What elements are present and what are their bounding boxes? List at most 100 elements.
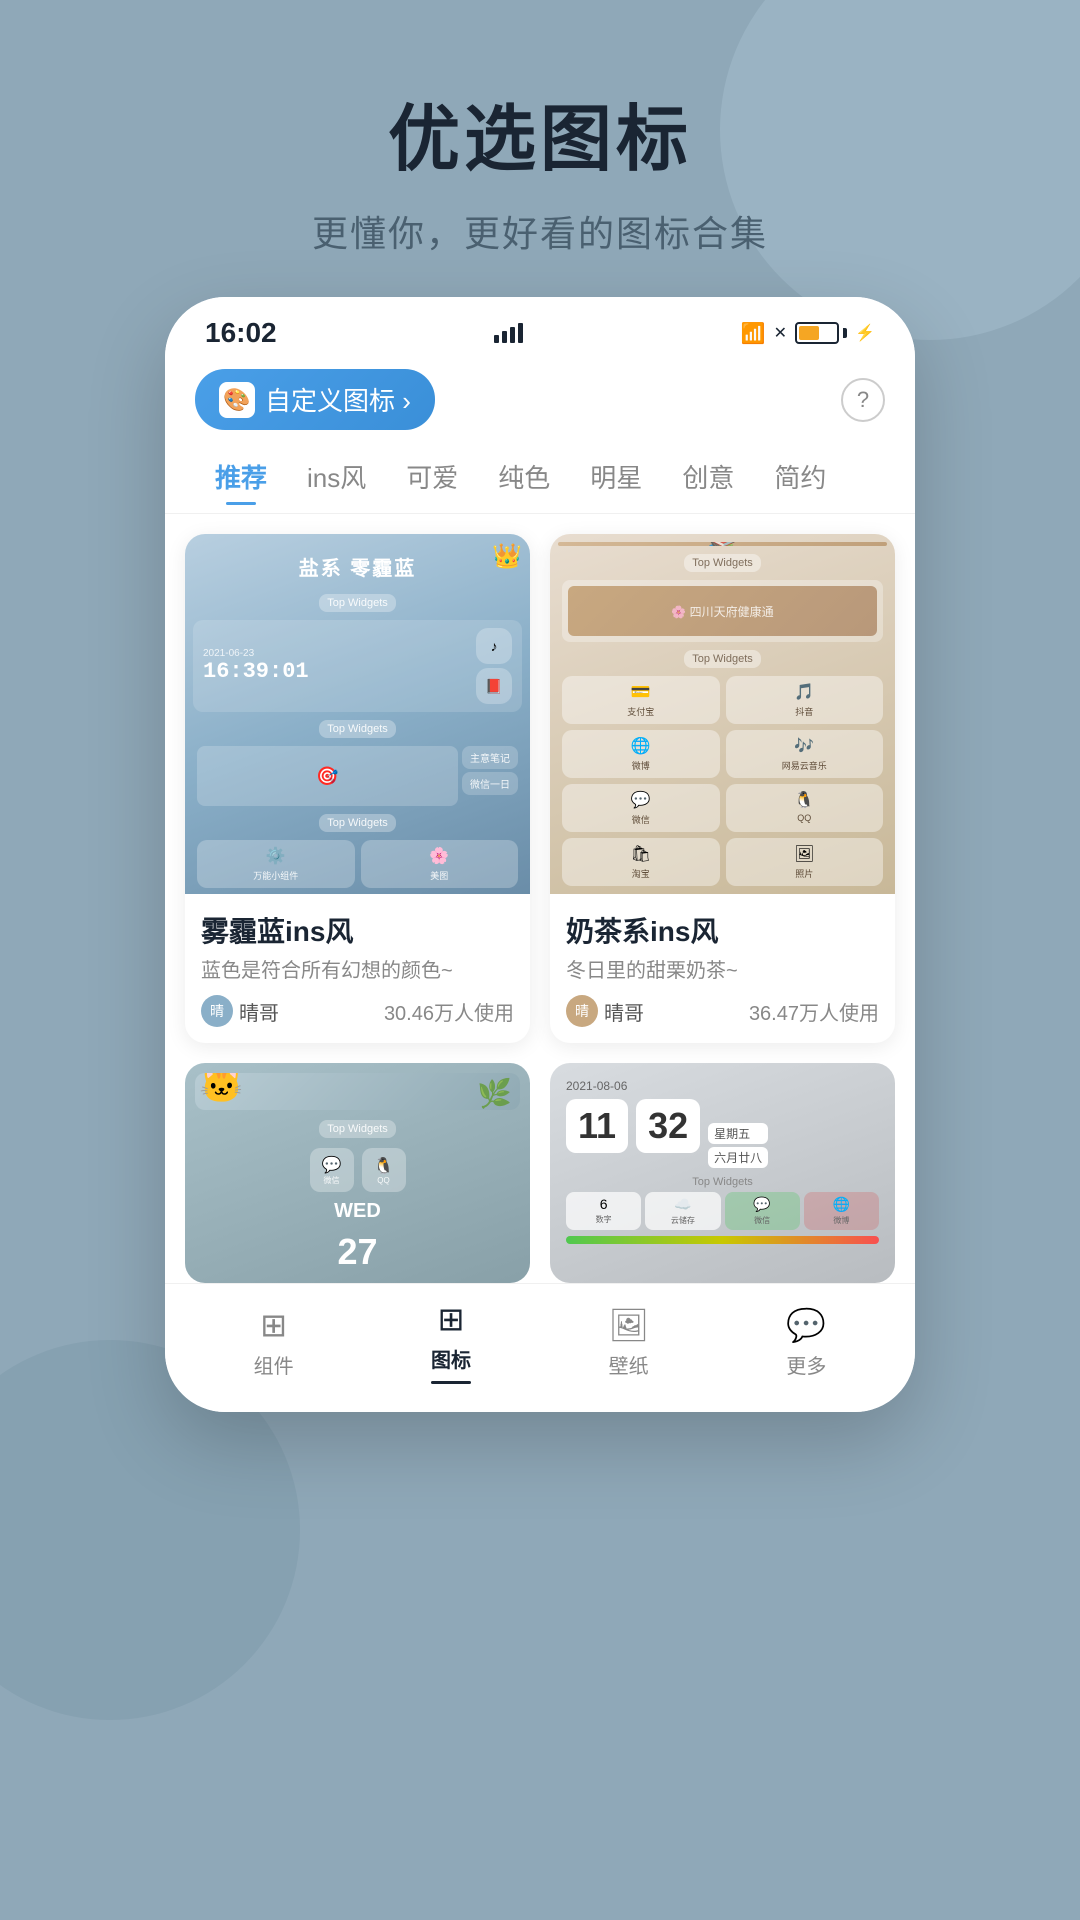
nav-item-wallpaper[interactable]: 🖼 壁纸 <box>608 1306 649 1379</box>
cal-day-info: 星期五 六月廿八 <box>708 1123 768 1168</box>
bottom-cards-grid: 🐱 🌿 Top Widgets 💬 微信 🐧 QQ WED <box>165 1063 915 1283</box>
charging-icon: ⚡ <box>855 323 875 343</box>
top-widgets-badge-3: Top Widgets <box>319 814 396 832</box>
top-widgets-badge: Top Widgets <box>319 594 396 612</box>
cream-app-zhifubao: 💳支付宝 <box>562 676 720 724</box>
tab-plain[interactable]: 纯色 <box>478 450 570 503</box>
card-blue-title: 雾霾蓝ins风 <box>201 910 514 950</box>
mock-app-grid: ⚙️万能小组件 🌸美图 ▶️腾讯视频 📺哔哩哔哩 <box>193 840 522 894</box>
cream-app-photos: 🖼照片 <box>726 838 884 886</box>
status-bar: 16:02 📶 ✕ ⚡ <box>165 297 915 359</box>
nav-item-icon[interactable]: ⊞ 图标 <box>431 1300 471 1384</box>
card-cream-ins[interactable]: 📚 Top Widgets 🌸 四川天府健康通 Top Widgets 💳支付宝… <box>550 534 895 1043</box>
card-nature[interactable]: 🐱 🌿 Top Widgets 💬 微信 🐧 QQ WED <box>185 1063 530 1283</box>
nav-icon-icon: ⊞ <box>438 1300 465 1338</box>
cream-app-grid: 💳支付宝 🎵抖音 🌐微博 🎶网易云音乐 <box>558 676 887 778</box>
cal-app-2: ☁️ 云储存 <box>645 1192 720 1230</box>
mock-image-1: 📚 <box>558 542 887 546</box>
nature-image-area: 🐱 🌿 <box>195 1073 520 1110</box>
card-blue-avatar: 晴 <box>201 995 233 1027</box>
card-cream-avatar: 晴 <box>566 995 598 1027</box>
mock-title: 盐系 零霾蓝 <box>193 542 522 586</box>
card-cream-users: 36.47万人使用 <box>749 997 879 1026</box>
header-section: 优选图标 更懂你，更好看的图标合集 <box>0 0 1080 297</box>
mock-center-area: 🎯 主意笔记 微信一日 <box>193 746 522 806</box>
nav-widget-icon: ⊞ <box>260 1306 287 1344</box>
cream-image-wide: 🌸 四川天府健康通 <box>562 580 883 642</box>
mock-app-meitou: 🌸美图 <box>361 840 519 888</box>
wifi-icon: 📶 <box>741 321 766 346</box>
help-icon: ? <box>857 387 869 413</box>
date-number: 27 <box>337 1231 377 1273</box>
tab-simple[interactable]: 简约 <box>754 450 846 503</box>
cream-top-widgets: Top Widgets <box>684 554 761 572</box>
nav-more-icon: 💬 <box>786 1306 826 1344</box>
nav-wallpaper-icon: 🖼 <box>608 1306 649 1344</box>
tab-creative[interactable]: 创意 <box>662 450 754 503</box>
signal-icon <box>494 323 523 343</box>
card-cream-info: 奶茶系ins风 冬日里的甜栗奶茶~ 晴 晴哥 36.47万人使用 <box>550 894 895 1043</box>
cal-top-widgets: Top Widgets <box>566 1176 879 1188</box>
nav-wallpaper-label: 壁纸 <box>609 1350 649 1379</box>
cal-hour: 11 <box>566 1099 628 1153</box>
crown-icon: 👑 <box>492 542 522 571</box>
card-blue-preview: 👑 盐系 零霾蓝 Top Widgets 2021-06-23 16:39:01… <box>185 534 530 894</box>
cal-app-grid: 6 数字 ☁️ 云储存 💬 微信 🌐 微博 <box>566 1192 879 1230</box>
cream-banner: 🌸 四川天府健康通 <box>568 586 877 636</box>
cream-app-wechat: 💬微信 <box>562 784 720 832</box>
tab-star[interactable]: 明星 <box>570 450 662 503</box>
card-blue-meta: 晴 晴哥 30.46万人使用 <box>201 995 514 1027</box>
cal-weekday: 星期五 <box>708 1123 768 1144</box>
mock-widget-label: 主意笔记 <box>462 746 518 769</box>
help-button[interactable]: ? <box>841 378 885 422</box>
nav-icon-label: 图标 <box>431 1344 471 1373</box>
cal-app-1: 6 数字 <box>566 1192 641 1230</box>
card-cream-meta: 晴 晴哥 36.47万人使用 <box>566 995 879 1027</box>
nav-item-widget[interactable]: ⊞ 组件 <box>254 1306 294 1379</box>
custom-icon-button[interactable]: 🎨 自定义图标 › <box>195 369 435 430</box>
mock-right-icons: 主意笔记 微信一日 <box>462 746 518 806</box>
nav-more-label: 更多 <box>786 1350 826 1379</box>
mock-music-icon: ♪ <box>476 628 512 664</box>
cal-lunar: 六月廿八 <box>708 1147 768 1168</box>
wed-label: WED <box>334 1200 381 1223</box>
card-cream-author: 晴哥 <box>604 997 644 1026</box>
tab-cute[interactable]: 可爱 <box>386 450 478 503</box>
cal-app-3: 💬 微信 <box>725 1192 800 1230</box>
bottom-nav-bar: ⊞ 组件 ⊞ 图标 🖼 壁纸 💬 更多 <box>165 1283 915 1412</box>
card-blue-users: 30.46万人使用 <box>384 997 514 1026</box>
category-tabs: 推荐 ins风 可爱 纯色 明星 创意 简约 <box>165 435 915 514</box>
mock-screen-cream: 📚 Top Widgets 🌸 四川天府健康通 Top Widgets 💳支付宝… <box>550 534 895 894</box>
calendar-mock-content: 2021-08-06 11 32 星期五 六月廿八 Top Widgets 6 … <box>550 1063 895 1283</box>
tab-ins[interactable]: ins风 <box>287 450 386 503</box>
cal-big-numbers: 11 32 星期五 六月廿八 <box>566 1099 879 1168</box>
card-blue-author-row: 晴 晴哥 <box>201 995 279 1027</box>
mock-widget-label2: 微信一日 <box>462 772 518 795</box>
card-cream-author-row: 晴 晴哥 <box>566 995 644 1027</box>
nature-app-qq: 🐧 QQ <box>362 1148 406 1192</box>
cat-icon: 🐱 <box>195 1073 248 1110</box>
cal-date-label: 2021-08-06 <box>566 1079 879 1093</box>
card-cream-desc: 冬日里的甜栗奶茶~ <box>566 954 879 983</box>
cal-app-4: 🌐 微博 <box>804 1192 879 1230</box>
phone-mockup: 16:02 📶 ✕ ⚡ 🎨 自定义图标 › ? <box>165 297 915 1412</box>
custom-banner: 🎨 自定义图标 › ? <box>195 369 885 430</box>
mock-book-icon: 📕 <box>476 668 512 704</box>
tab-recommended[interactable]: 推荐 <box>195 450 287 503</box>
mock-image-collage: 📚 <box>558 542 887 546</box>
card-calendar[interactable]: 2021-08-06 11 32 星期五 六月廿八 Top Widgets 6 … <box>550 1063 895 1283</box>
cards-grid: 👑 盐系 零霾蓝 Top Widgets 2021-06-23 16:39:01… <box>165 514 915 1043</box>
card-blue-ins[interactable]: 👑 盐系 零霾蓝 Top Widgets 2021-06-23 16:39:01… <box>185 534 530 1043</box>
nav-item-more[interactable]: 💬 更多 <box>786 1306 826 1379</box>
cream-app-grid-2: 💬微信 🐧QQ 🛍淘宝 🖼照片 <box>558 784 887 886</box>
card-blue-info: 雾霾蓝ins风 蓝色是符合所有幻想的颜色~ 晴 晴哥 30.46万人使用 <box>185 894 530 1043</box>
nature-app-wechat: 💬 微信 <box>310 1148 354 1192</box>
mock-large-icon: 🎯 <box>197 746 458 806</box>
cream-app-qq: 🐧QQ <box>726 784 884 832</box>
nature-app-row: 💬 微信 🐧 QQ <box>310 1148 406 1192</box>
nature-bg: 🐱 🌿 <box>195 1073 520 1110</box>
card-cream-preview: 📚 Top Widgets 🌸 四川天府健康通 Top Widgets 💳支付宝… <box>550 534 895 894</box>
nature-app-qq-label: QQ <box>377 1176 389 1185</box>
nature-mock-content: 🐱 🌿 Top Widgets 💬 微信 🐧 QQ WED <box>185 1063 530 1283</box>
mock-app-wangneng: ⚙️万能小组件 <box>197 840 355 888</box>
